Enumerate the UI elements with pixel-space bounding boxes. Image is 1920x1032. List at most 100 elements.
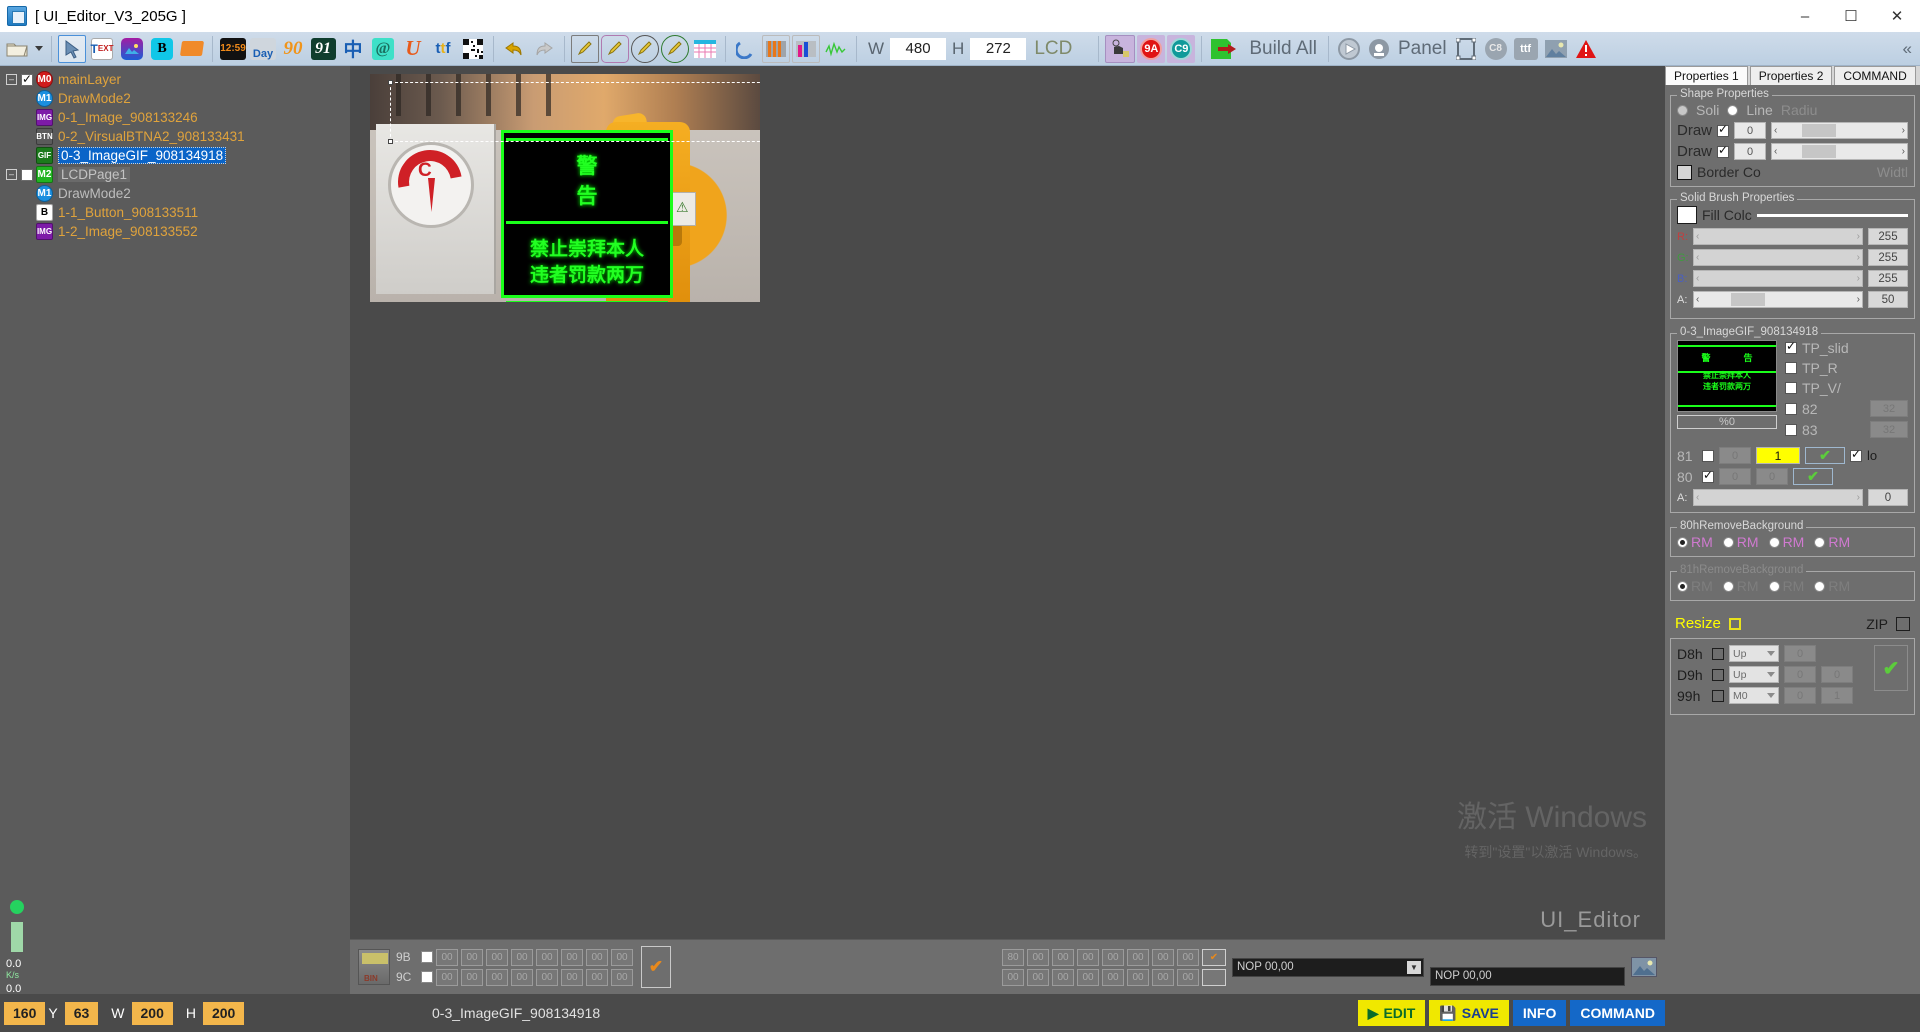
bars-tool-icon[interactable] — [762, 34, 790, 63]
hex-cell[interactable]: 00 — [1027, 968, 1049, 986]
hex-cell[interactable]: 00 — [1127, 968, 1149, 986]
chart-tool-icon[interactable] — [792, 34, 820, 63]
camera-icon[interactable] — [1365, 35, 1393, 63]
resize-apply-button[interactable]: ✔ — [1874, 645, 1908, 691]
draw2-slider[interactable]: ‹ › — [1771, 143, 1908, 160]
hex-cell[interactable]: 00 — [1002, 968, 1024, 986]
minimize-button[interactable]: – — [1782, 0, 1828, 32]
resize-row-value1[interactable]: 0 — [1784, 645, 1816, 662]
resize-row-combo[interactable]: M0 — [1729, 687, 1779, 704]
gif-alpha-slider[interactable]: ‹ › — [1693, 489, 1863, 506]
rm-option[interactable]: RM — [1722, 534, 1759, 550]
tab-properties-2[interactable]: Properties 2 — [1749, 66, 1833, 85]
bottom-confirm-button[interactable]: ✔ — [641, 946, 671, 988]
row81-apply-button[interactable]: ✔ — [1805, 447, 1845, 464]
draw1-checkbox[interactable] — [1717, 122, 1730, 137]
fill-color-swatch[interactable] — [1677, 206, 1697, 224]
tree-expander[interactable]: – — [6, 74, 17, 85]
nop-select[interactable]: NOP 00,00 ▼ — [1232, 957, 1424, 977]
hex-cell[interactable]: 00 — [1177, 968, 1199, 986]
hex-row-ok[interactable] — [1202, 968, 1226, 986]
img-icon[interactable] — [1542, 35, 1570, 63]
build-all-icon[interactable] — [1208, 35, 1242, 63]
tree-node[interactable]: – M2 LCDPage1 — [0, 165, 350, 184]
rm-option[interactable]: RM — [1768, 578, 1804, 594]
row81-value1[interactable]: 0 — [1719, 447, 1751, 464]
line-radio[interactable] — [1727, 104, 1739, 116]
rm-option[interactable]: RM — [1677, 534, 1713, 550]
brush-channel-r-slider[interactable]: ‹ › — [1693, 228, 1863, 245]
tree-node[interactable]: B 1-1_Button_908133511 — [0, 203, 350, 222]
shape-tool-icon[interactable] — [178, 35, 206, 63]
gif-check-value[interactable]: 32 — [1870, 400, 1908, 417]
status-button-cmd[interactable]: COMMAND — [1570, 1000, 1665, 1026]
gif-check-tpslid[interactable] — [1785, 339, 1797, 354]
brush-channel-b-value[interactable]: 255 — [1868, 270, 1908, 287]
brush-channel-g-slider[interactable]: ‹ › — [1693, 249, 1863, 266]
pen-roundrect-tool-icon[interactable] — [601, 34, 629, 63]
open-file-icon[interactable] — [3, 35, 31, 63]
status-buttons[interactable]: ▶ EDIT 💾 SAVE INFO COMMAND — [1354, 1000, 1665, 1026]
number90-tool-icon[interactable]: 90 — [279, 35, 307, 63]
draw1-value[interactable]: 0 — [1734, 122, 1767, 139]
canvas-width-input[interactable]: 480 — [890, 37, 947, 60]
grid-tool-icon[interactable] — [691, 35, 719, 63]
bin-icon[interactable] — [358, 949, 390, 985]
c8-icon[interactable]: C8 — [1482, 35, 1510, 63]
artboard[interactable]: C 警 告 禁止崇拜本人 违者罚款两万 — [370, 74, 760, 302]
pen-rect-tool-icon[interactable] — [571, 34, 599, 63]
badge-c9-icon[interactable]: C9 — [1167, 34, 1196, 63]
tab-command[interactable]: COMMAND — [1834, 66, 1916, 85]
ttf-tool-icon[interactable]: ttf — [429, 35, 457, 63]
select-arrow-icon[interactable] — [58, 34, 86, 63]
hex-cell[interactable]: 00 — [511, 968, 533, 986]
hex-cell[interactable]: 00 — [611, 948, 633, 966]
tree-node[interactable]: GIF 0-3_ImageGIF_908134918 — [0, 146, 350, 165]
row80-value2[interactable]: 0 — [1756, 468, 1788, 485]
brush-channel-r-value[interactable]: 255 — [1868, 228, 1908, 245]
properties-tabs[interactable]: Properties 1 Properties 2 COMMAND — [1665, 66, 1920, 85]
ttf-icon[interactable]: ttf — [1512, 35, 1540, 63]
tree-node-checkbox[interactable] — [21, 72, 33, 86]
close-button[interactable]: ✕ — [1874, 0, 1920, 32]
row81-value2[interactable]: 1 — [1756, 447, 1800, 464]
hex-cell[interactable]: 00 — [511, 948, 533, 966]
warning-icon[interactable] — [1572, 35, 1600, 63]
hex-cell[interactable]: 00 — [1102, 948, 1124, 966]
rm-radio[interactable] — [1677, 536, 1688, 548]
pen-circle-tool-icon[interactable] — [631, 34, 659, 63]
hex-cell[interactable]: 00 — [1052, 968, 1074, 986]
gif-check-83[interactable] — [1785, 423, 1797, 436]
bottom-image-icon[interactable] — [1631, 957, 1657, 977]
toolbar-collapse-icon[interactable]: « — [1903, 39, 1912, 59]
redo-button-icon[interactable] — [530, 35, 558, 63]
hex-cell[interactable]: 00 — [461, 968, 483, 986]
chevron-down-icon[interactable]: ▼ — [1407, 960, 1421, 974]
nop-text-input[interactable]: NOP 00,00 — [1430, 966, 1625, 986]
tree-node[interactable]: BTN 0-2_VirsualBTNA2_908133431 — [0, 127, 350, 146]
arc-tool-icon[interactable] — [732, 35, 760, 63]
tree-node[interactable]: IMG 1-2_Image_908133552 — [0, 222, 350, 241]
clock-tool-icon[interactable]: 12:59 — [219, 35, 247, 63]
hex-cell[interactable]: 00 — [436, 948, 458, 966]
panel-label[interactable]: Panel — [1398, 38, 1447, 60]
hex-cell[interactable]: 00 — [536, 948, 558, 966]
hex-cell[interactable]: 00 — [1052, 948, 1074, 966]
resize-row-checkbox[interactable] — [1712, 689, 1724, 702]
hex-cell[interactable]: 00 — [536, 968, 558, 986]
rm-option[interactable]: RM — [1814, 534, 1850, 550]
gif-check-value[interactable]: 32 — [1870, 421, 1908, 438]
solid-radio[interactable] — [1677, 104, 1688, 116]
resize-row-value2[interactable]: 0 — [1821, 666, 1853, 683]
rm-option[interactable]: RM — [1722, 578, 1759, 594]
hex-cell[interactable]: 00 — [1127, 948, 1149, 966]
gif-check-tpv[interactable] — [1785, 382, 1797, 394]
gif-alpha-value[interactable]: 0 — [1868, 489, 1908, 506]
at-tool-icon[interactable]: @ — [369, 35, 397, 63]
row80-checkbox[interactable] — [1702, 468, 1714, 483]
draw2-value[interactable]: 0 — [1734, 143, 1767, 160]
tree-node[interactable]: – M0 mainLayer — [0, 70, 350, 89]
canvas-height-input[interactable]: 272 — [970, 37, 1027, 60]
rm-radio[interactable] — [1722, 580, 1734, 592]
chinese-font-tool-icon[interactable]: 中 — [339, 35, 367, 63]
